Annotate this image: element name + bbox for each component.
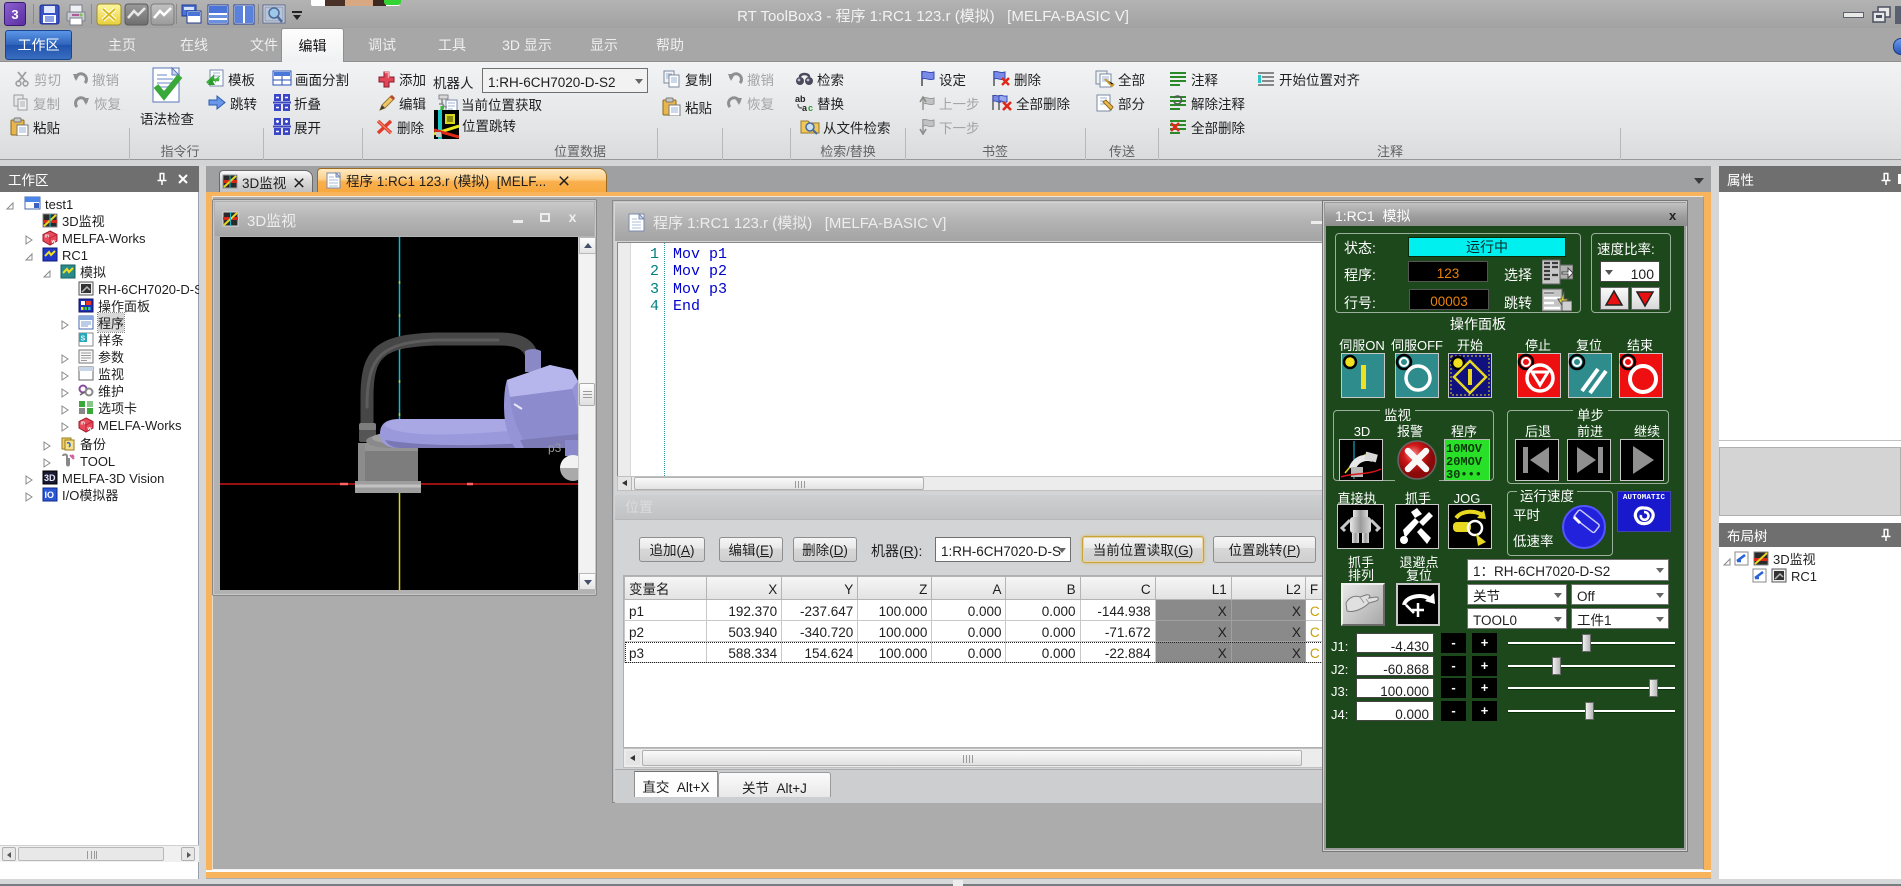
svg-text:30•••: 30••• [1446,468,1482,481]
svg-text:p3: p3 [548,439,562,456]
svg-text:S: S [81,334,86,344]
svg-text:10MOV: 10MOV [1446,442,1483,456]
svg-text:IO: IO [45,488,55,501]
svg-text:m: m [45,232,50,239]
svg-text:c: c [808,101,813,112]
svg-text:w: w [51,238,56,245]
svg-text:w: w [87,425,92,432]
svg-text:3D: 3D [44,471,56,484]
svg-text:m: m [81,419,86,426]
svg-text:20MOV: 20MOV [1446,455,1483,469]
